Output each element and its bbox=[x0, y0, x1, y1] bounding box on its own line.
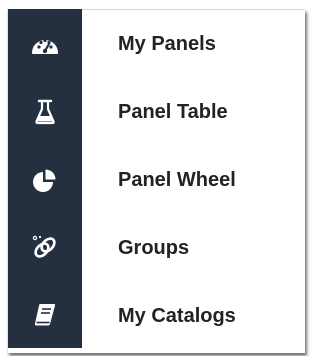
menu-item-label: Panel Wheel bbox=[118, 168, 236, 191]
book-icon bbox=[33, 302, 57, 328]
menu-item-label: My Panels bbox=[118, 32, 216, 55]
sidebar-menu: My Panels Panel Table Panel Wheel Groups… bbox=[7, 9, 305, 353]
menu-item-panel-table[interactable]: Panel Table bbox=[8, 78, 305, 146]
menu-item-my-catalogs[interactable]: My Catalogs bbox=[8, 282, 305, 350]
menu-item-my-panels[interactable]: My Panels bbox=[8, 9, 305, 78]
menu-item-panel-wheel[interactable]: Panel Wheel bbox=[8, 146, 305, 214]
dashboard-gauge-icon bbox=[30, 32, 60, 56]
icon-cell bbox=[8, 78, 82, 146]
icon-cell bbox=[8, 146, 82, 214]
menu-item-groups[interactable]: Groups bbox=[8, 214, 305, 282]
icon-cell bbox=[8, 9, 82, 78]
menu-item-label: Groups bbox=[118, 236, 190, 259]
icon-cell bbox=[8, 214, 82, 282]
menu-item-label: Panel Table bbox=[118, 100, 228, 123]
menu-item-label: My Catalogs bbox=[118, 304, 236, 327]
icon-cell bbox=[8, 282, 82, 348]
pie-chart-icon bbox=[33, 168, 57, 192]
chain-link-icon bbox=[31, 234, 59, 262]
flask-icon bbox=[34, 99, 56, 125]
